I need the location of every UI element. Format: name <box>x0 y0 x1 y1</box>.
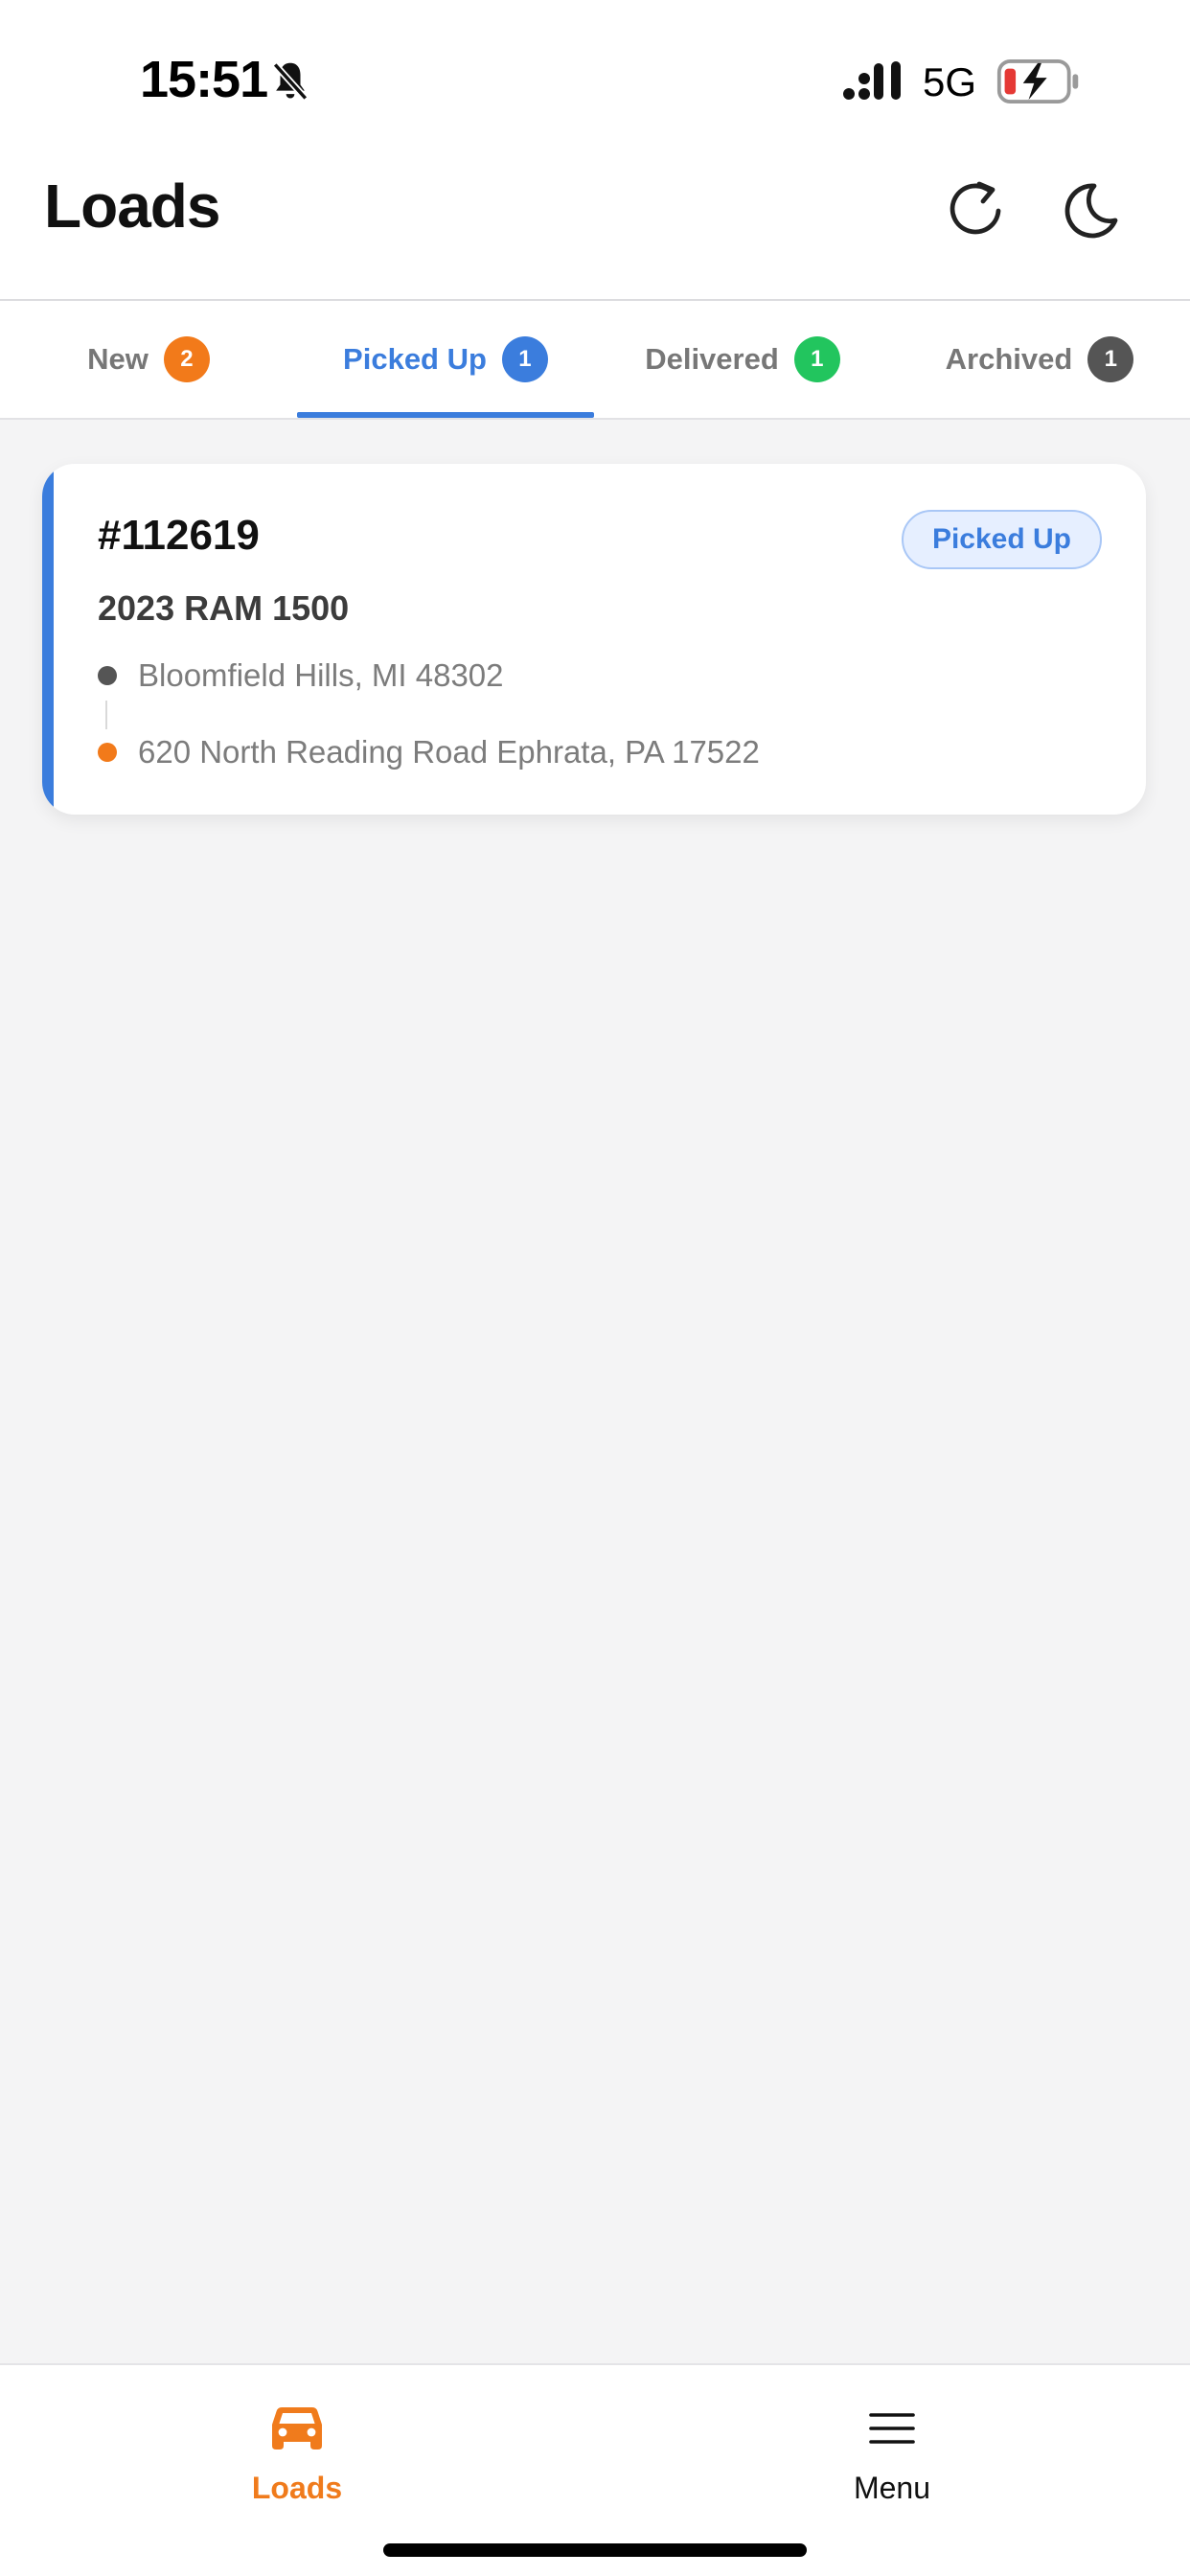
tab-archived[interactable]: Archived 1 <box>891 301 1188 418</box>
route-connector-line <box>105 701 107 729</box>
tab-label: Delivered <box>645 342 779 376</box>
battery-charging-icon <box>996 59 1079 104</box>
origin-dot <box>98 666 117 685</box>
hamburger-menu-icon <box>869 2413 915 2444</box>
app-root: 15:51 5G Loads New 2 Picked Up 1 Deliver… <box>0 0 1190 2576</box>
home-indicator <box>383 2543 807 2557</box>
refresh-icon <box>950 181 1001 235</box>
status-bar: 15:51 5G <box>0 0 1190 153</box>
nav-item-menu[interactable]: Menu <box>748 2400 1036 2524</box>
tab-count-badge: 1 <box>501 336 548 382</box>
card-status-accent <box>42 464 54 815</box>
nav-item-loads[interactable]: Loads <box>153 2400 441 2524</box>
page-title: Loads <box>44 172 220 241</box>
refresh-button[interactable] <box>937 172 1014 249</box>
origin-address: Bloomfield Hills, MI 48302 <box>138 657 504 693</box>
moon-icon <box>1064 183 1118 239</box>
status-badge: Picked Up <box>901 510 1102 569</box>
tab-count-badge: 1 <box>793 336 840 382</box>
destination-address: 620 North Reading Road Ephrata, PA 17522 <box>138 734 760 770</box>
tab-label: Picked Up <box>343 342 487 376</box>
status-tabs: New 2 Picked Up 1 Delivered 1 Archived 1 <box>0 301 1190 420</box>
vehicle-name: 2023 RAM 1500 <box>98 588 350 628</box>
load-card[interactable]: #112619 Picked Up 2023 RAM 1500 Bloomfie… <box>42 464 1146 815</box>
nav-label: Loads <box>251 2471 343 2505</box>
tab-count-badge: 2 <box>163 336 210 382</box>
destination-dot <box>98 743 117 762</box>
active-tab-indicator <box>297 412 594 418</box>
tab-count-badge: 1 <box>1087 336 1134 382</box>
tab-label: Archived <box>945 342 1073 376</box>
tab-label: New <box>87 342 149 376</box>
tab-picked-up[interactable]: Picked Up 1 <box>297 301 594 418</box>
load-number: #112619 <box>98 512 260 559</box>
signal-icon <box>843 61 901 100</box>
bell-off-icon <box>272 62 309 101</box>
car-icon <box>272 2407 322 2450</box>
app-header: Loads <box>0 153 1190 301</box>
network-label: 5G <box>923 59 977 104</box>
dark-mode-toggle-button[interactable] <box>1052 172 1129 249</box>
tab-new[interactable]: New 2 <box>0 301 297 418</box>
status-time: 15:51 <box>140 51 268 108</box>
nav-label: Menu <box>853 2471 931 2505</box>
tab-delivered[interactable]: Delivered 1 <box>594 301 891 418</box>
